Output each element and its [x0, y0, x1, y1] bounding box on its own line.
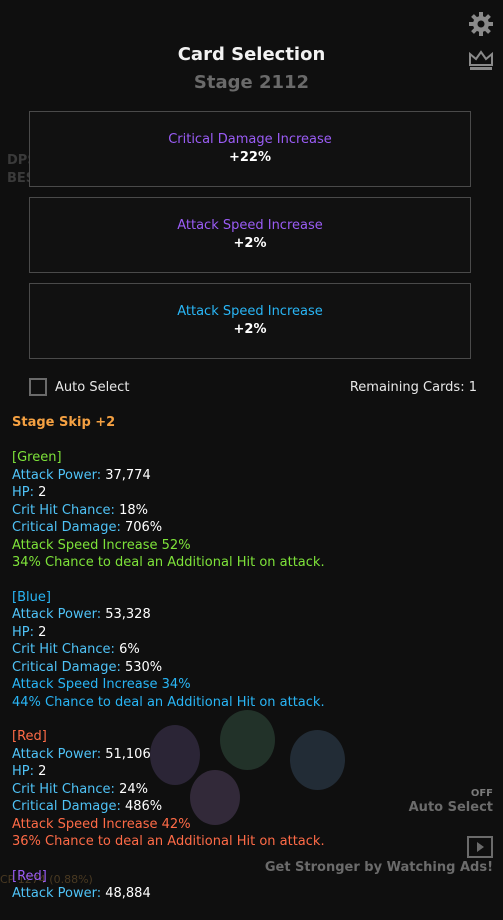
attack-power-value: 37,774 — [105, 467, 151, 483]
watch-ads-button[interactable]: Get Stronger by Watching Ads! — [265, 860, 493, 875]
attack-power-label: Attack Power: — [12, 607, 102, 622]
hero-block-blue: [Blue] Attack Power: 53,328 HP: 2 Crit H… — [12, 589, 482, 712]
hp-value: 2 — [38, 764, 47, 779]
hp-label: HP: — [12, 485, 34, 500]
stage-skip: Stage Skip +2 — [12, 415, 116, 430]
attack-power-value: 53,328 — [105, 607, 151, 622]
crit-damage-value: 486% — [124, 799, 163, 814]
bonus-additional-hit: 36% Chance to deal an Additional Hit on … — [12, 834, 325, 849]
hero-stats: [Green] Attack Power: 37,774 HP: 2 Crit … — [12, 449, 482, 920]
play-icon[interactable] — [467, 836, 493, 858]
crit-damage-label: Critical Damage: — [12, 520, 121, 535]
hp-label: HP: — [12, 764, 34, 779]
attack-power-label: Attack Power: — [12, 467, 102, 483]
hp-label: HP: — [12, 624, 34, 640]
auto-select-checkbox[interactable] — [29, 378, 47, 396]
crit-chance-label: Crit Hit Chance: — [12, 642, 115, 657]
card-option-3[interactable]: Attack Speed Increase +2% — [29, 283, 471, 359]
crit-damage-value: 530% — [124, 659, 163, 675]
hero-block-red: [Red] Attack Power: 51,106 HP: 2 Crit Hi… — [12, 728, 482, 851]
page-title: Card Selection — [177, 44, 326, 65]
card-value: +2% — [233, 236, 267, 251]
auto-select-state: OFF — [470, 788, 493, 799]
hero-header: [Green] — [12, 450, 62, 465]
stage-label: Stage 2112 — [193, 72, 310, 93]
hero-header: [Red] — [12, 729, 47, 744]
crit-damage-label: Critical Damage: — [12, 799, 121, 814]
crit-damage-label: Critical Damage: — [12, 659, 121, 675]
card-name: Attack Speed Increase — [177, 218, 323, 233]
crit-chance-value: 6% — [119, 642, 140, 657]
auto-select-toggle[interactable]: Auto Select — [409, 800, 493, 815]
card-value: +2% — [233, 322, 267, 337]
crit-chance-value: 24% — [119, 781, 148, 797]
card-value: +22% — [228, 150, 271, 165]
auto-select-label[interactable]: Auto Select — [55, 380, 129, 395]
attack-power-label: Attack Power: — [12, 746, 102, 762]
hp-value: 2 — [38, 485, 47, 500]
hero-header: [Blue] — [12, 589, 51, 605]
attack-power-value: 51,106 — [105, 746, 151, 762]
card-option-1[interactable]: Critical Damage Increase +22% — [29, 111, 471, 187]
hp-value: 2 — [38, 624, 47, 640]
crit-damage-value: 706% — [124, 520, 163, 535]
crit-chance-value: 18% — [119, 502, 148, 518]
bonus-additional-hit: 44% Chance to deal an Additional Hit on … — [12, 694, 325, 710]
gear-icon[interactable] — [465, 8, 497, 40]
card-name: Critical Damage Increase — [168, 132, 332, 147]
crit-chance-label: Crit Hit Chance: — [12, 502, 115, 518]
bonus-attack-speed: Attack Speed Increase 34% — [12, 677, 191, 692]
card-option-2[interactable]: Attack Speed Increase +2% — [29, 197, 471, 273]
bonus-additional-hit: 34% Chance to deal an Additional Hit on … — [12, 555, 325, 570]
crit-chance-label: Crit Hit Chance: — [12, 781, 115, 797]
remaining-cards: Remaining Cards: 1 — [349, 380, 477, 395]
bonus-attack-speed: Attack Speed Increase 52% — [12, 537, 191, 553]
card-name: Attack Speed Increase — [177, 304, 323, 319]
bonus-attack-speed: Attack Speed Increase 42% — [12, 816, 191, 832]
hero-block-green: [Green] Attack Power: 37,774 HP: 2 Crit … — [12, 449, 482, 572]
